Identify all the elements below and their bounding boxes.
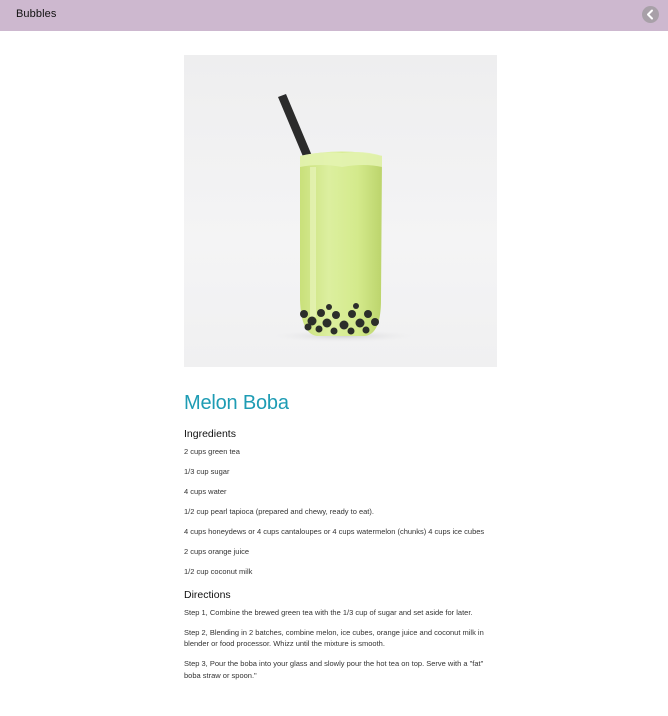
direction-step: Step 1, Combine the brewed green tea wit… xyxy=(184,607,473,617)
ingredient-item: 2 cups orange juice xyxy=(184,547,250,556)
direction-step: Step 2, Blending in 2 batches, combine m… xyxy=(184,627,484,649)
ingredient-item: 1/2 cup pearl tapioca (prepared and chew… xyxy=(184,507,374,516)
ingredient-item: 1/2 cup coconut milk xyxy=(184,567,253,576)
chevron-left-icon xyxy=(647,9,653,20)
recipe-title: Melon Boba xyxy=(184,392,289,414)
ingredient-item: 2 cups green tea xyxy=(184,447,240,456)
back-button[interactable] xyxy=(642,6,659,23)
ingredients-list: 2 cups green tea 1/3 cup sugar 4 cups wa… xyxy=(184,446,500,578)
ingredients-heading: Ingredients xyxy=(184,428,236,440)
app-title: Bubbles xyxy=(16,8,57,20)
bubble-tea-illustration xyxy=(274,94,414,342)
directions-heading: Directions xyxy=(184,588,231,601)
recipe-content: Melon Boba Ingredients 2 cups green tea … xyxy=(184,390,500,690)
directions-list: Step 1, Combine the brewed green tea wit… xyxy=(184,607,500,682)
ingredient-item: 1/3 cup sugar xyxy=(184,467,230,476)
direction-step: Step 3, Pour the boba into your glass an… xyxy=(184,659,484,680)
recipe-photo xyxy=(184,55,497,367)
ingredient-item: 4 cups honeydews or 4 cups cantaloupes o… xyxy=(184,527,485,536)
ingredient-item: 4 cups water xyxy=(184,487,227,496)
top-bar: Bubbles xyxy=(0,0,668,31)
